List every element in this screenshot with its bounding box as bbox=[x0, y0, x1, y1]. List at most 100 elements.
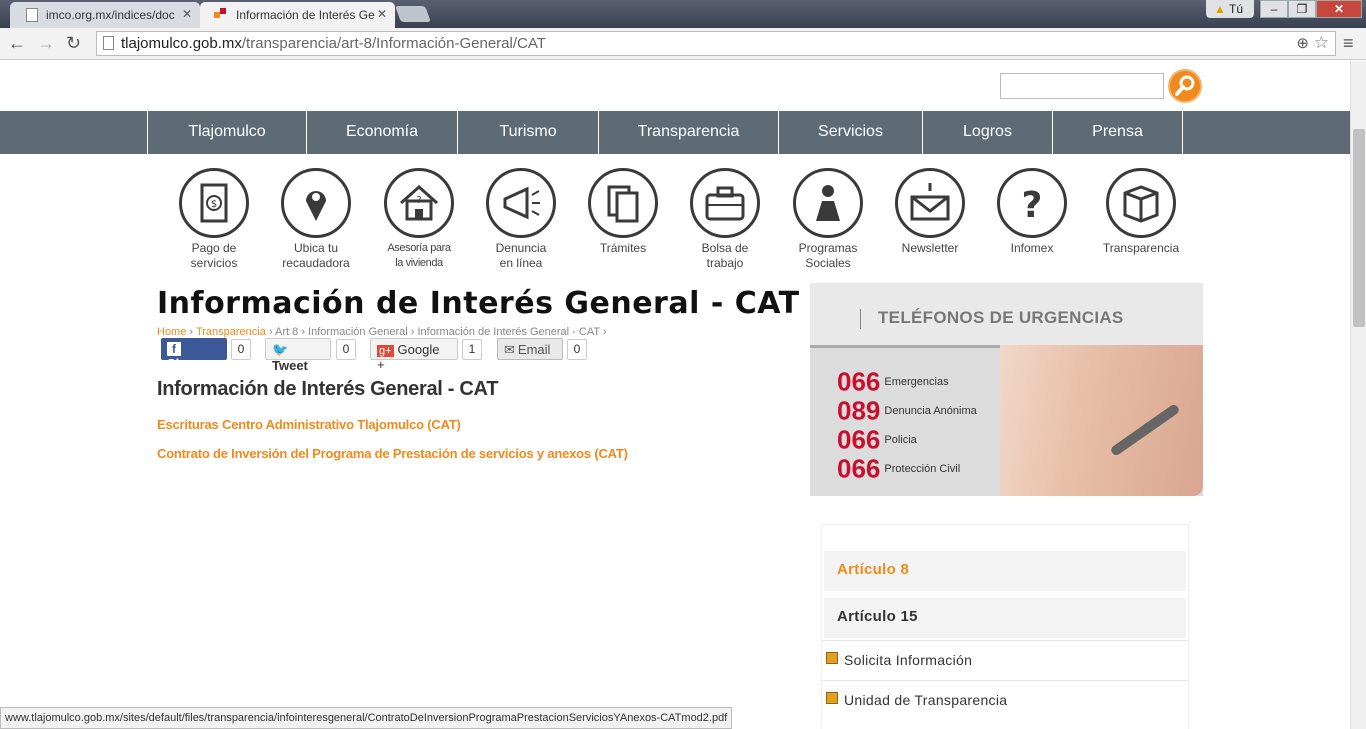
breadcrumb-separator: › bbox=[268, 326, 273, 338]
breadcrumb-separator: › bbox=[189, 326, 194, 338]
zoom-icon[interactable]: ⊕ bbox=[1296, 34, 1309, 52]
service-label: Denuncia bbox=[495, 241, 547, 255]
service-label: servicios bbox=[190, 256, 238, 270]
close-tab-icon[interactable]: ✕ bbox=[182, 7, 192, 21]
phone-number: 089 bbox=[837, 395, 881, 426]
phone-label: Denuncia Anónima bbox=[884, 405, 977, 418]
breadcrumb-home[interactable]: Home bbox=[157, 326, 186, 338]
browser-tab-active[interactable]: Información de Interés Ge ✕ bbox=[200, 2, 395, 28]
open-box-icon bbox=[1123, 185, 1159, 223]
nav-item-tlajomulco[interactable]: Tlajomulco bbox=[147, 111, 306, 154]
nav-item-servicios[interactable]: Servicios bbox=[778, 111, 922, 154]
service-label: Ubica tu bbox=[293, 241, 339, 255]
envelope-icon bbox=[910, 183, 950, 221]
svg-text:?: ? bbox=[416, 195, 421, 206]
hamburger-menu-icon[interactable]: ≡ bbox=[1343, 33, 1354, 54]
service-bolsa-trabajo[interactable]: Bolsa de trabajo bbox=[674, 168, 776, 271]
service-asesoria-vivienda[interactable]: ? Asesoría para la vivienda bbox=[368, 168, 470, 271]
tweet-label: Tweet bbox=[272, 358, 308, 373]
phone-label: Protección Civil bbox=[884, 463, 961, 476]
cube-icon bbox=[826, 652, 838, 664]
tab-label: Información de Interés Ge bbox=[236, 8, 375, 22]
reload-icon[interactable]: ↻ bbox=[66, 33, 81, 54]
facebook-share-button[interactable]: fShare bbox=[161, 338, 227, 371]
search-icon bbox=[1175, 75, 1195, 96]
tweet-count: 0 bbox=[336, 339, 356, 360]
service-label: Sociales bbox=[805, 256, 851, 270]
phone-label: Emergencias bbox=[884, 376, 949, 389]
close-window-button[interactable]: ✕ bbox=[1316, 0, 1362, 18]
envelope-icon: ✉ bbox=[504, 342, 515, 357]
document-link-contrato[interactable]: Contrato de Inversión del Programa de Pr… bbox=[157, 446, 628, 461]
sidemenu-solicita-informacion[interactable]: Solicita Información bbox=[822, 640, 1188, 680]
location-pin-icon bbox=[306, 191, 326, 221]
service-label: trabajo bbox=[706, 256, 744, 270]
service-newsletter[interactable]: Newsletter bbox=[879, 168, 981, 256]
web-page: Tlajomulco Economía Turismo Transparenci… bbox=[0, 61, 1350, 729]
scrollbar-thumb[interactable] bbox=[1353, 129, 1365, 327]
bookmark-star-icon[interactable]: ☆ bbox=[1314, 33, 1329, 53]
service-transparencia[interactable]: Transparencia bbox=[1084, 168, 1198, 256]
facebook-icon: f bbox=[167, 342, 181, 356]
svg-text:$: $ bbox=[211, 199, 217, 210]
tab-label: imco.org.mx/indices/doc bbox=[46, 8, 175, 22]
phone-label: Policia bbox=[884, 434, 917, 447]
service-infomex[interactable]: ? Infomex bbox=[981, 168, 1083, 256]
service-label: Trámites bbox=[599, 241, 647, 255]
phone-number: 066 bbox=[837, 424, 881, 455]
service-label: Infomex bbox=[1010, 241, 1054, 255]
url-path: /transparencia/art-8/Información-General… bbox=[241, 35, 546, 52]
service-label: Bolsa de bbox=[701, 241, 749, 255]
service-denuncia-linea[interactable]: Denuncia en línea bbox=[470, 168, 572, 271]
document-link-escrituras[interactable]: Escrituras Centro Administrativo Tlajomu… bbox=[157, 417, 461, 432]
back-arrow-icon[interactable]: ← bbox=[8, 33, 26, 54]
operator-image bbox=[1000, 345, 1203, 496]
page-icon bbox=[103, 36, 114, 50]
google-plus-icon: g+ bbox=[377, 345, 394, 357]
status-bar-url: www.tlajomulco.gob.mx/sites/default/file… bbox=[0, 707, 733, 729]
service-programas-sociales[interactable]: Programas Sociales bbox=[777, 168, 879, 271]
sidemenu-label: Unidad de Transparencia bbox=[844, 692, 1008, 708]
documents-icon bbox=[607, 185, 639, 223]
nav-item-logros[interactable]: Logros bbox=[922, 111, 1052, 154]
search-button[interactable] bbox=[1168, 69, 1202, 103]
browser-tab-imco[interactable]: imco.org.mx/indices/doc ✕ bbox=[10, 2, 200, 28]
service-label: en línea bbox=[499, 256, 543, 270]
close-tab-icon[interactable]: ✕ bbox=[377, 7, 387, 21]
google-plus-button[interactable]: g+ Google + bbox=[370, 338, 458, 372]
site-favicon-icon bbox=[214, 8, 226, 18]
person-icon bbox=[816, 185, 840, 221]
nav-item-turismo[interactable]: Turismo bbox=[457, 111, 598, 154]
phone-row: 066 Protección Civil bbox=[837, 452, 960, 485]
email-count: 0 bbox=[567, 339, 587, 360]
tweet-button[interactable]: 🐦Tweet bbox=[265, 338, 331, 373]
service-label: Newsletter bbox=[901, 241, 959, 255]
email-share-button[interactable]: ✉ Email bbox=[497, 338, 563, 360]
profile-button[interactable]: ▲ Tú bbox=[1206, 0, 1254, 18]
payment-icon: $ bbox=[200, 183, 228, 223]
restore-button[interactable]: ❐ bbox=[1288, 0, 1316, 18]
vertical-scrollbar[interactable] bbox=[1350, 61, 1366, 729]
minimize-button[interactable]: – bbox=[1260, 0, 1288, 18]
sidemenu-unidad-transparencia[interactable]: Unidad de Transparencia bbox=[822, 680, 1188, 720]
facebook-share-label: Share bbox=[167, 356, 204, 371]
forward-arrow-icon[interactable]: → bbox=[37, 33, 55, 54]
divider bbox=[860, 309, 861, 329]
phone-row: 066 Emergencias bbox=[837, 365, 949, 398]
service-label: Pago de bbox=[191, 241, 237, 255]
browser-tab-strip: imco.org.mx/indices/doc ✕ Información de… bbox=[0, 0, 1366, 28]
service-pago-servicios[interactable]: $ Pago de servicios bbox=[163, 168, 265, 271]
nav-item-prensa[interactable]: Prensa bbox=[1052, 111, 1183, 154]
warning-icon: ▲ bbox=[1214, 2, 1226, 16]
breadcrumb-transparencia[interactable]: Transparencia bbox=[196, 326, 266, 338]
nav-item-transparencia[interactable]: Transparencia bbox=[598, 111, 778, 154]
address-bar[interactable]: tlajomulco.gob.mx/transparencia/art-8/In… bbox=[96, 31, 1336, 56]
nav-item-economia[interactable]: Economía bbox=[306, 111, 457, 154]
new-tab-button[interactable] bbox=[395, 6, 431, 22]
service-ubica-recaudadora[interactable]: Ubica tu recaudadora bbox=[265, 168, 367, 271]
service-label: Programas bbox=[798, 241, 858, 255]
service-tramites[interactable]: Trámites bbox=[572, 168, 674, 256]
sidemenu-articulo-15[interactable]: Artículo 15 bbox=[824, 598, 1186, 638]
search-input[interactable] bbox=[1000, 73, 1164, 99]
sidemenu-articulo-8[interactable]: Artículo 8 bbox=[824, 551, 1186, 591]
